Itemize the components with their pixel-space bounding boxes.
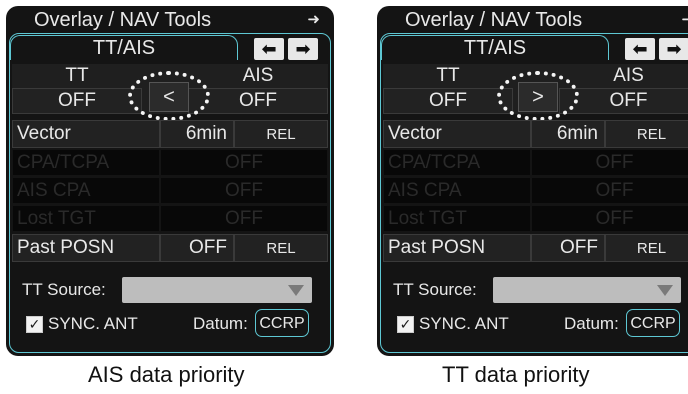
ais-cpa-label: AIS CPA [12, 177, 160, 204]
tt-source-label: TT Source: [393, 280, 477, 299]
vector-mode[interactable]: REL [234, 120, 328, 148]
datum-label: Datum: [193, 314, 248, 333]
cpa-tcpa-value: OFF [160, 149, 328, 176]
right-panel: Overlay / NAV Tools ➜ TT/AIS ⬅ ➡ TT AIS … [377, 6, 688, 356]
nav-left-icon[interactable]: ⬅ [625, 38, 655, 60]
tt-label: TT [383, 64, 513, 88]
ais-cpa-value: OFF [160, 177, 328, 204]
lost-tgt-row: Lost TGT OFF [383, 205, 688, 232]
lost-tgt-value: OFF [160, 205, 328, 232]
dropdown-arrow-icon [657, 285, 673, 296]
panel-title: Overlay / NAV Tools [405, 9, 583, 31]
tt-value-button[interactable]: OFF [383, 88, 513, 114]
lost-tgt-value: OFF [531, 205, 688, 232]
vector-value[interactable]: 6min [160, 120, 234, 148]
vector-value[interactable]: 6min [531, 120, 605, 148]
sync-ant-label: SYNC. ANT [48, 314, 138, 333]
vector-label: Vector [12, 120, 160, 148]
past-posn-label: Past POSN [383, 234, 531, 262]
lost-tgt-row: Lost TGT OFF [12, 205, 328, 232]
ais-cpa-row: AIS CPA OFF [12, 177, 328, 204]
past-posn-label: Past POSN [12, 234, 160, 262]
lost-tgt-label: Lost TGT [12, 205, 160, 232]
tab-tt-ais[interactable]: TT/AIS [10, 35, 238, 60]
sync-ant-checkbox[interactable]: ✓ [26, 316, 43, 333]
nav-left-icon[interactable]: ⬅ [254, 38, 284, 60]
past-posn-row: Past POSN OFF REL [12, 234, 328, 262]
sync-ant-label: SYNC. ANT [419, 314, 509, 333]
vector-mode[interactable]: REL [605, 120, 688, 148]
caption-right: TT data priority [442, 362, 590, 387]
cpa-tcpa-label: CPA/TCPA [12, 149, 160, 176]
tt-source-dropdown[interactable] [493, 277, 681, 303]
tt-source-dropdown[interactable] [122, 277, 312, 303]
highlight-ellipse [128, 71, 210, 121]
vector-row: Vector 6min REL [12, 120, 328, 148]
cpa-tcpa-row: CPA/TCPA OFF [383, 149, 688, 176]
caption-left: AIS data priority [88, 362, 245, 387]
vector-row: Vector 6min REL [383, 120, 688, 148]
title-arrow-icon[interactable]: ➜ [307, 10, 320, 28]
past-posn-value[interactable]: OFF [531, 234, 605, 262]
panel-title: Overlay / NAV Tools [34, 9, 212, 31]
highlight-ellipse [497, 71, 579, 121]
nav-right-icon[interactable]: ➡ [659, 38, 688, 60]
sync-ant-checkbox[interactable]: ✓ [397, 316, 414, 333]
nav-right-icon[interactable]: ➡ [288, 38, 318, 60]
past-posn-mode[interactable]: REL [605, 234, 688, 262]
datum-label: Datum: [564, 314, 619, 333]
cpa-tcpa-row: CPA/TCPA OFF [12, 149, 328, 176]
dropdown-arrow-icon [288, 285, 304, 296]
title-arrow-icon[interactable]: ➜ [681, 10, 688, 28]
ais-cpa-label: AIS CPA [383, 177, 531, 204]
ais-label: AIS [188, 64, 328, 88]
cpa-tcpa-value: OFF [531, 149, 688, 176]
tt-source-label: TT Source: [22, 280, 106, 299]
datum-ccrp-button[interactable]: CCRP [255, 309, 309, 337]
tab-tt-ais[interactable]: TT/AIS [381, 35, 609, 60]
vector-label: Vector [383, 120, 531, 148]
past-posn-mode[interactable]: REL [234, 234, 328, 262]
left-panel: Overlay / NAV Tools ➜ TT/AIS ⬅ ➡ TT AIS … [6, 6, 334, 356]
cpa-tcpa-label: CPA/TCPA [383, 149, 531, 176]
tt-label: TT [12, 64, 142, 88]
tt-value-button[interactable]: OFF [12, 88, 142, 114]
datum-ccrp-button[interactable]: CCRP [626, 309, 680, 337]
past-posn-row: Past POSN OFF REL [383, 234, 688, 262]
past-posn-value[interactable]: OFF [160, 234, 234, 262]
ais-cpa-row: AIS CPA OFF [383, 177, 688, 204]
ais-label: AIS [559, 64, 688, 88]
ais-cpa-value: OFF [531, 177, 688, 204]
lost-tgt-label: Lost TGT [383, 205, 531, 232]
